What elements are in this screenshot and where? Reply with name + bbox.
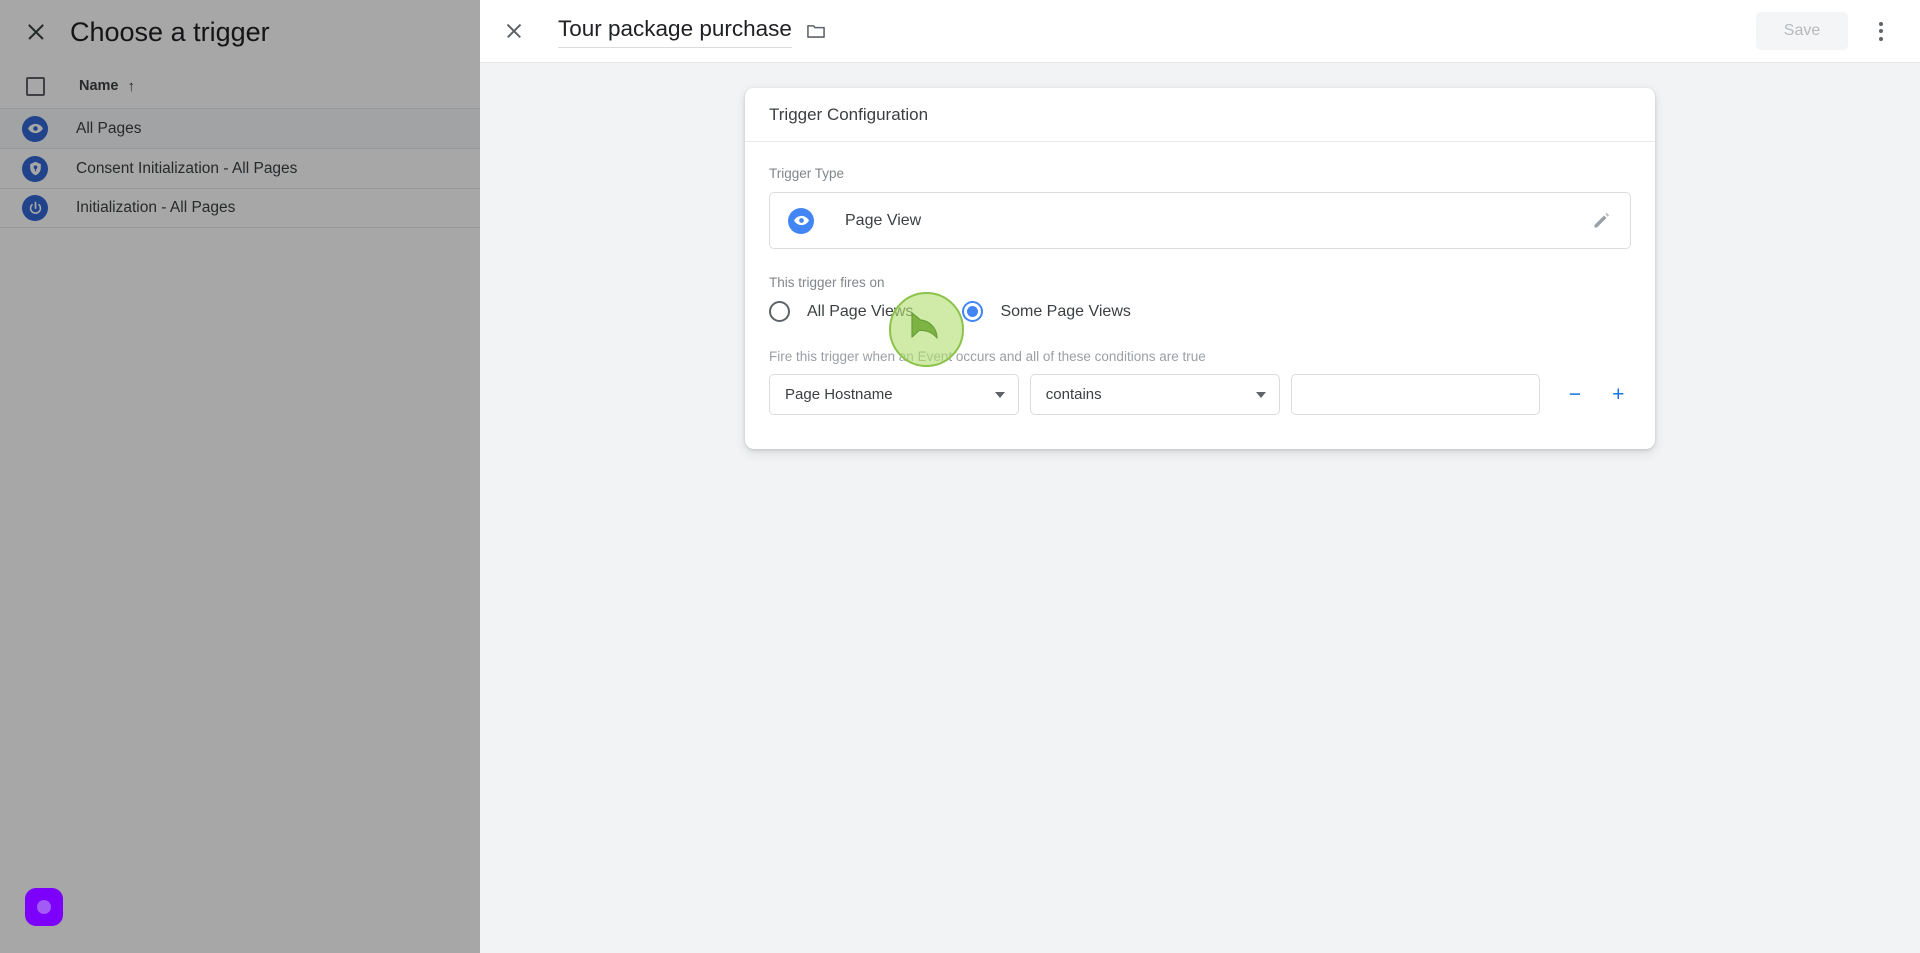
page-view-eye-icon	[788, 207, 814, 234]
radio-some-page-views-control[interactable]	[962, 301, 984, 322]
save-button[interactable]: Save	[1756, 12, 1848, 50]
condition-operator-select[interactable]: contains	[1029, 374, 1280, 415]
condition-row: Page Hostname contains − +	[769, 374, 1631, 415]
more-dot	[1879, 36, 1883, 41]
trigger-editor-modal: Tour package purchase Save Trigger Confi…	[480, 0, 1920, 953]
trigger-editor-toolbar: Tour package purchase Save	[480, 0, 1920, 63]
condition-variable-select[interactable]: Page Hostname	[769, 374, 1019, 415]
radio-some-page-views[interactable]: Some Page Views	[962, 301, 1131, 322]
badge-inner-dot	[37, 900, 51, 914]
trigger-type-value: Page View	[845, 211, 922, 229]
trigger-name-field-wrap[interactable]: Tour package purchase	[558, 14, 827, 48]
purple-record-badge[interactable]	[25, 888, 63, 926]
trigger-name-input[interactable]: Tour package purchase	[558, 14, 792, 48]
trigger-type-label: Trigger Type	[769, 166, 845, 181]
conditions-hint: Fire this trigger when an Event occurs a…	[769, 349, 1206, 364]
add-condition-button[interactable]: +	[1606, 382, 1631, 408]
radio-all-page-views-control[interactable]	[769, 301, 790, 322]
more-vert-icon[interactable]	[1866, 11, 1896, 51]
close-icon[interactable]	[502, 19, 526, 43]
card-header: Trigger Configuration	[745, 88, 1655, 142]
radio-some-page-views-label: Some Page Views	[1000, 302, 1131, 320]
radio-all-page-views[interactable]: All Page Views	[769, 301, 913, 322]
more-dot	[1879, 21, 1883, 26]
trigger-configuration-card: Trigger Configuration Trigger Type Page …	[745, 88, 1655, 449]
fires-on-radio-group: All Page Views Some Page Views	[769, 301, 1631, 322]
condition-value-input[interactable]	[1290, 374, 1541, 415]
condition-variable-value: Page Hostname	[785, 386, 893, 403]
remove-condition-button[interactable]: −	[1562, 382, 1587, 408]
fires-on-label: This trigger fires on	[769, 275, 885, 290]
condition-operator-value: contains	[1045, 386, 1102, 403]
more-dot	[1879, 29, 1883, 33]
radio-all-page-views-label: All Page Views	[807, 302, 914, 320]
chevron-down-icon	[1255, 391, 1266, 398]
card-title: Trigger Configuration	[769, 104, 929, 124]
chevron-down-icon	[994, 391, 1005, 398]
pencil-icon[interactable]	[1591, 210, 1612, 231]
card-body: Trigger Type Page View This trigger fire…	[745, 142, 1655, 415]
folder-icon[interactable]	[805, 20, 827, 42]
trigger-type-selector[interactable]: Page View	[769, 192, 1631, 249]
